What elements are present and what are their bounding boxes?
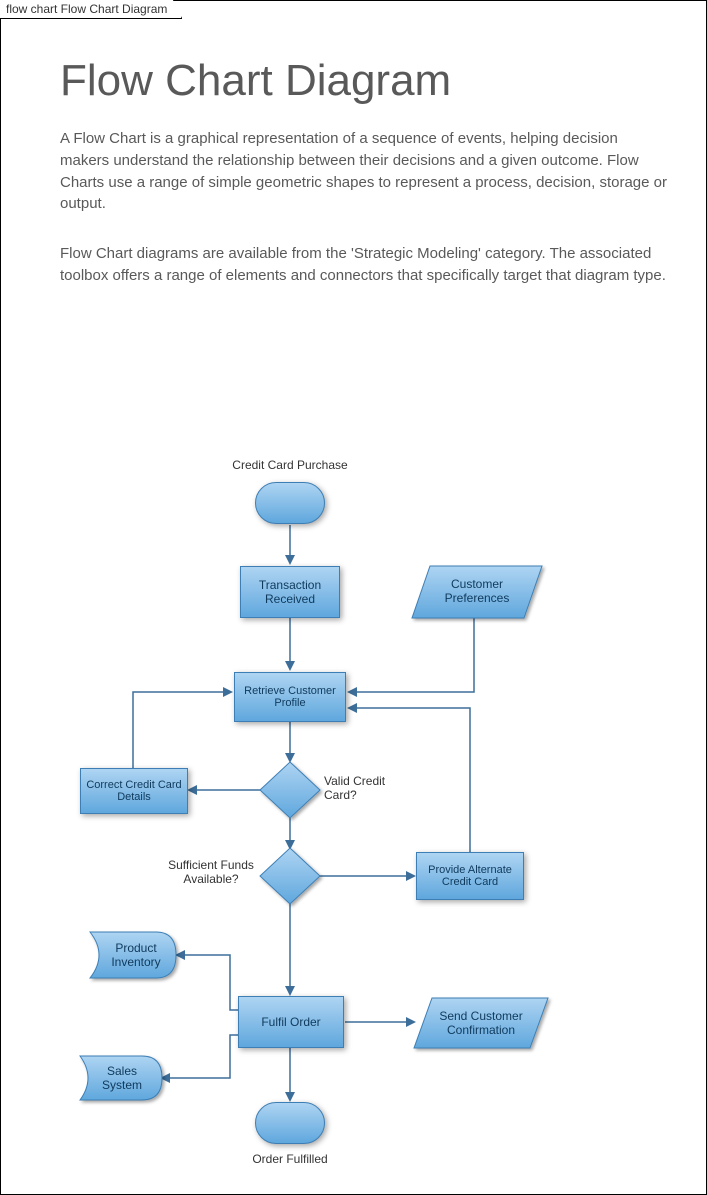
svg-text:Sales: Sales <box>107 1064 137 1078</box>
svg-text:Product: Product <box>115 941 157 955</box>
node-send-confirmation: Send Customer Confirmation <box>414 998 548 1048</box>
svg-text:Preferences: Preferences <box>445 591 510 605</box>
node-provide-alternate: Provide Alternate Credit Card <box>416 852 524 900</box>
end-label: Order Fulfilled <box>230 1152 350 1166</box>
node-sales-system: Sales System <box>80 1056 162 1100</box>
start-label: Credit Card Purchase <box>220 458 360 472</box>
node-transaction-received: Transaction Received <box>240 566 340 618</box>
flowchart: Credit Card Purchase Transaction Receive… <box>0 0 707 1195</box>
svg-text:Customer: Customer <box>451 577 503 591</box>
decision-sufficient-funds <box>260 848 320 904</box>
node-fulfil-order: Fulfil Order <box>238 996 344 1048</box>
svg-text:Send Customer: Send Customer <box>439 1009 522 1023</box>
svg-text:System: System <box>102 1078 142 1092</box>
label-valid-card: Valid Credit Card? <box>324 774 404 802</box>
end-terminator <box>255 1102 325 1144</box>
node-product-inventory: Product Inventory <box>90 932 176 978</box>
decision-valid-card <box>260 762 320 818</box>
start-terminator <box>255 482 325 524</box>
node-customer-preferences: Customer Preferences <box>412 566 542 618</box>
label-sufficient-funds: Sufficient Funds Available? <box>162 858 260 886</box>
connectors <box>0 0 707 1195</box>
svg-text:Inventory: Inventory <box>111 955 160 969</box>
node-retrieve-profile: Retrieve Customer Profile <box>234 672 346 722</box>
svg-text:Confirmation: Confirmation <box>447 1023 515 1037</box>
node-correct-details: Correct Credit Card Details <box>80 768 188 814</box>
